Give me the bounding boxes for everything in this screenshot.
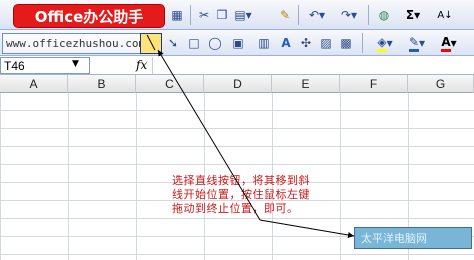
line-button[interactable]: ╲ xyxy=(140,33,162,54)
paint-brush-icon[interactable]: ✎ xyxy=(276,6,294,24)
fill-color-icon[interactable]: ◈ ▾ xyxy=(372,34,398,52)
oval-icon[interactable]: ◯ xyxy=(206,34,224,52)
autosum-icon[interactable]: Σ▾ xyxy=(400,6,426,24)
website-watermark: www.officezhushou.com xyxy=(2,33,160,54)
hyperlink-icon[interactable]: ◍ xyxy=(374,6,394,24)
standard-toolbar: Office办公助手 ▦ ✂ ❐ ▤▾ ✎ ↶▾ ↷▾ ◍ Σ▾ A↓ xyxy=(0,0,474,30)
column-header[interactable]: E xyxy=(272,75,340,93)
column-header[interactable]: F xyxy=(340,75,408,93)
column-header[interactable]: C xyxy=(136,75,204,93)
paste-icon[interactable]: ▤▾ xyxy=(232,6,254,24)
picture-icon[interactable]: ▩ xyxy=(338,34,354,52)
copy-icon[interactable]: ❐ xyxy=(214,6,230,24)
demo-shape[interactable]: 太平洋电脑网 xyxy=(354,227,472,249)
office-logo: Office办公助手 xyxy=(14,5,164,27)
redo-icon[interactable]: ↷▾ xyxy=(336,6,362,24)
toolbar-separator xyxy=(368,5,369,25)
vertical-text-box-icon[interactable]: ▥ xyxy=(256,34,272,52)
toolbar-separator xyxy=(298,5,299,25)
instruction-callout: 选择直线按钮，将其移到斜线开始位置，按住鼠标左键拖动到终止位置，即可。 xyxy=(172,174,310,215)
column-header[interactable]: A xyxy=(0,75,68,93)
format-painter-icon[interactable]: ▦ xyxy=(168,6,186,24)
wordart-icon[interactable]: A xyxy=(278,34,294,52)
column-header[interactable]: G xyxy=(408,75,474,93)
font-color-icon[interactable]: A ▾ xyxy=(436,34,462,52)
undo-icon[interactable]: ↶▾ xyxy=(304,6,330,24)
name-box-value: T46 xyxy=(4,58,25,73)
column-header[interactable]: D xyxy=(204,75,272,93)
clip-art-icon[interactable]: ▨ xyxy=(318,34,334,52)
column-header[interactable]: B xyxy=(68,75,136,93)
chevron-down-icon[interactable]: ▼ xyxy=(72,59,79,69)
rectangle-icon[interactable]: □ xyxy=(186,34,202,52)
diagram-icon[interactable]: ✣ xyxy=(298,34,314,52)
line-color-icon[interactable]: ✎ ▾ xyxy=(404,34,430,52)
toolbar-separator xyxy=(190,5,191,25)
watermark-text: 太平洋电脑网 xyxy=(361,232,427,245)
cut-icon[interactable]: ✂ xyxy=(196,6,212,24)
column-headers: A B C D E F G xyxy=(0,75,474,93)
sort-ascending-icon[interactable]: A↓ xyxy=(432,6,458,24)
text-box-icon[interactable]: ▣ xyxy=(230,34,246,52)
toolbar-separator xyxy=(362,33,363,53)
formula-bar: T46 ▼ fx xyxy=(0,56,474,75)
fx-icon[interactable]: fx xyxy=(136,58,147,72)
formula-input[interactable] xyxy=(152,57,474,74)
arrow-icon[interactable]: ➘ xyxy=(168,34,178,52)
line-icon: ╲ xyxy=(147,36,155,51)
